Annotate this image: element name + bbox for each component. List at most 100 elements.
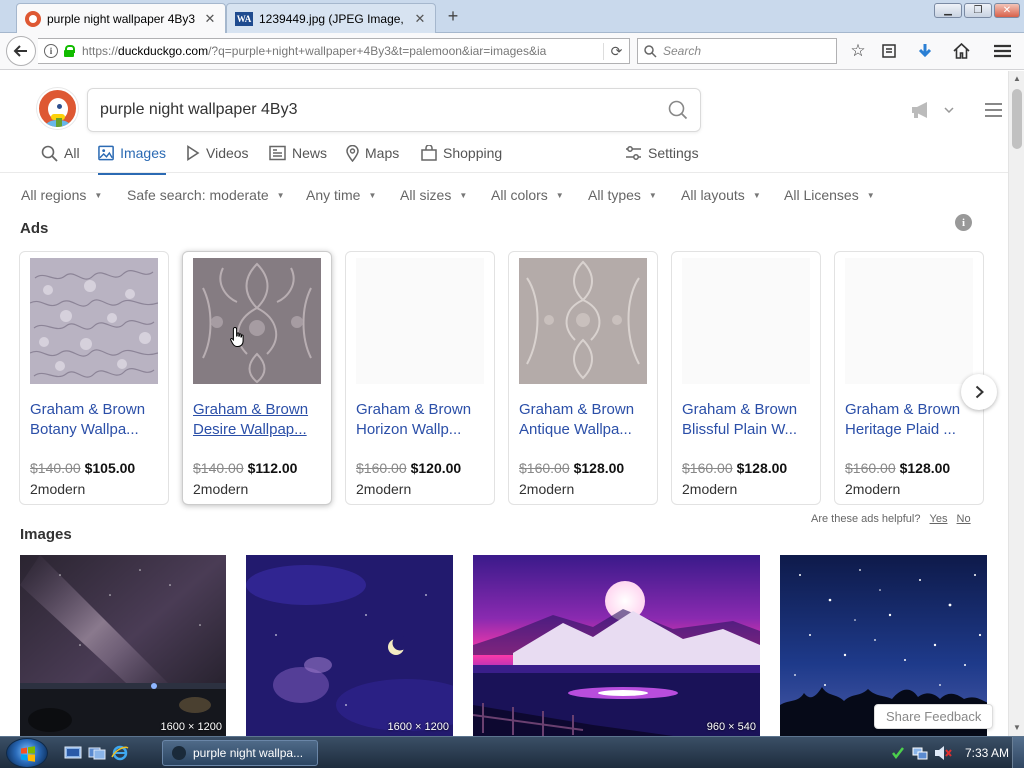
megaphone-icon bbox=[912, 102, 927, 118]
show-desktop-icon[interactable] bbox=[64, 745, 82, 761]
ads-heading: Ads bbox=[20, 220, 49, 237]
browser-search-box[interactable]: Search bbox=[637, 38, 837, 64]
info-icon[interactable]: i bbox=[955, 214, 972, 231]
tab-images[interactable]: Images bbox=[98, 145, 166, 175]
ad-title[interactable]: Graham & Brown Botany Wallpa... bbox=[30, 400, 162, 440]
filter-region[interactable]: All regions ▼ bbox=[21, 187, 102, 203]
next-ads-button[interactable] bbox=[961, 374, 997, 410]
ad-title[interactable]: Graham & Brown Antique Wallpa... bbox=[519, 400, 651, 440]
chevron-right-icon bbox=[975, 385, 984, 399]
home-icon[interactable] bbox=[951, 41, 971, 61]
back-button[interactable] bbox=[6, 36, 36, 66]
ad-seller: 2modern bbox=[519, 481, 575, 497]
ad-title[interactable]: Graham & Brown Desire Wallpap... bbox=[193, 400, 325, 440]
settings-button[interactable]: Settings bbox=[625, 145, 699, 175]
close-tab-icon[interactable]: ✕ bbox=[203, 11, 217, 27]
close-window-button[interactable]: ✕ bbox=[994, 3, 1020, 18]
security-check-icon[interactable] bbox=[890, 745, 906, 761]
filter-size[interactable]: All sizes ▼ bbox=[400, 187, 467, 203]
browser-tab-active[interactable]: purple night wallpaper 4By3 ✕ bbox=[16, 3, 226, 34]
duckduckgo-favicon-icon bbox=[25, 11, 41, 27]
minimize-button[interactable]: ▁ bbox=[934, 3, 962, 18]
switch-windows-icon[interactable] bbox=[88, 745, 106, 761]
product-image bbox=[519, 258, 647, 384]
ad-price: $140.00 $112.00 bbox=[193, 460, 298, 476]
scroll-up-icon[interactable]: ▲ bbox=[1009, 71, 1024, 87]
filter-license[interactable]: All Licenses ▼ bbox=[784, 187, 875, 203]
newspaper-icon bbox=[269, 145, 286, 161]
share-feedback-button[interactable]: Share Feedback bbox=[874, 704, 994, 729]
ad-title[interactable]: Graham & Brown Blissful Plain W... bbox=[682, 400, 814, 440]
start-button[interactable] bbox=[6, 738, 48, 768]
tab-shopping[interactable]: Shopping bbox=[421, 145, 502, 175]
ad-card[interactable]: Graham & Brown Heritage Plaid ... $160.0… bbox=[834, 251, 984, 505]
image-result[interactable]: 1600 × 1200 bbox=[246, 555, 453, 736]
tab-news[interactable]: News bbox=[269, 145, 327, 175]
image-result[interactable]: 1600 × 1200 bbox=[20, 555, 226, 736]
ad-title[interactable]: Graham & Brown Horizon Wallp... bbox=[356, 400, 488, 440]
ads-feedback-yes-link[interactable]: Yes bbox=[930, 513, 948, 525]
ad-price: $140.00 $105.00 bbox=[30, 460, 136, 476]
search-input[interactable]: purple night wallpaper 4By3 bbox=[87, 88, 701, 132]
url-text: https://duckduckgo.com/?q=purple+night+w… bbox=[82, 44, 547, 58]
close-tab-icon[interactable]: ✕ bbox=[413, 11, 427, 27]
filter-layout[interactable]: All layouts ▼ bbox=[681, 187, 761, 203]
filter-type[interactable]: All types ▼ bbox=[588, 187, 657, 203]
map-pin-icon bbox=[346, 145, 359, 162]
filter-time[interactable]: Any time ▼ bbox=[306, 187, 376, 203]
filter-color[interactable]: All colors ▼ bbox=[491, 187, 564, 203]
hamburger-menu-icon[interactable] bbox=[992, 41, 1012, 61]
image-result[interactable]: 960 × 540 bbox=[473, 555, 760, 736]
volume-muted-icon[interactable] bbox=[934, 745, 952, 761]
ad-card[interactable]: Graham & Brown Antique Wallpa... $160.00… bbox=[508, 251, 658, 505]
image-dimensions: 1600 × 1200 bbox=[387, 721, 449, 733]
ad-card[interactable]: Graham & Brown Horizon Wallp... $160.00 $… bbox=[345, 251, 495, 505]
product-image bbox=[30, 258, 158, 384]
search-query: purple night wallpaper 4By3 bbox=[100, 101, 298, 118]
product-image bbox=[356, 258, 484, 384]
image-dimensions: 960 × 540 bbox=[706, 721, 756, 733]
scroll-down-icon[interactable]: ▼ bbox=[1009, 720, 1024, 736]
ad-card[interactable]: Graham & Brown Blissful Plain W... $160.… bbox=[671, 251, 821, 505]
downloads-icon[interactable] bbox=[915, 41, 935, 61]
browser-search-placeholder: Search bbox=[663, 44, 702, 58]
scrollbar-thumb[interactable] bbox=[1012, 89, 1022, 149]
address-bar[interactable]: i https://duckduckgo.com/?q=purple+night… bbox=[38, 38, 630, 64]
windows-taskbar: purple night wallpa... 7:33 AM bbox=[0, 736, 1024, 768]
tab-maps[interactable]: Maps bbox=[346, 145, 399, 175]
tab-title: 1239449.jpg (JPEG Image, 19 bbox=[259, 11, 407, 26]
site-info-icon[interactable]: i bbox=[44, 44, 58, 58]
network-icon[interactable] bbox=[912, 745, 928, 761]
ad-card[interactable]: Graham & Brown Botany Wallpa... $140.00 $… bbox=[19, 251, 169, 505]
play-icon bbox=[187, 145, 200, 161]
ad-seller: 2modern bbox=[193, 481, 249, 497]
tab-videos[interactable]: Videos bbox=[186, 145, 249, 175]
reload-icon[interactable]: ⟳ bbox=[603, 42, 629, 60]
search-submit-icon[interactable] bbox=[656, 100, 700, 120]
back-arrow-icon bbox=[13, 45, 27, 57]
privacy-newsletter-toggle[interactable] bbox=[910, 101, 954, 119]
maximize-button[interactable]: ❐ bbox=[964, 3, 992, 18]
clock[interactable]: 7:33 AM bbox=[965, 746, 1009, 760]
ad-card[interactable]: Graham & Brown Desire Wallpap... $140.00… bbox=[182, 251, 332, 505]
new-tab-button[interactable]: + bbox=[442, 5, 464, 27]
navigation-toolbar: i https://duckduckgo.com/?q=purple+night… bbox=[0, 33, 1024, 70]
bookmarks-list-icon[interactable] bbox=[879, 41, 899, 61]
tab-all[interactable]: All bbox=[41, 145, 80, 175]
ad-title[interactable]: Graham & Brown Heritage Plaid ... bbox=[845, 400, 977, 440]
ads-feedback-no-link[interactable]: No bbox=[957, 513, 971, 525]
vertical-scrollbar[interactable]: ▲ ▼ bbox=[1008, 71, 1024, 736]
internet-explorer-icon[interactable] bbox=[111, 745, 129, 761]
secure-lock-icon bbox=[64, 45, 75, 57]
image-thumbnail bbox=[20, 555, 226, 736]
duckduckgo-logo[interactable] bbox=[37, 88, 78, 129]
ad-price: $160.00 $128.00 bbox=[519, 460, 625, 476]
ads-feedback: Are these ads helpful? Yes No bbox=[811, 513, 971, 525]
filter-safe-search[interactable]: Safe search: moderate ▼ bbox=[127, 187, 285, 203]
bookmark-star-icon[interactable]: ☆ bbox=[848, 41, 868, 61]
show-desktop-button[interactable] bbox=[1012, 737, 1024, 768]
side-menu-icon[interactable] bbox=[985, 103, 1002, 117]
browser-tab[interactable]: WA 1239449.jpg (JPEG Image, 19 ✕ bbox=[226, 3, 436, 33]
pale-moon-icon bbox=[172, 746, 186, 760]
taskbar-browser-button[interactable]: purple night wallpa... bbox=[162, 740, 318, 766]
